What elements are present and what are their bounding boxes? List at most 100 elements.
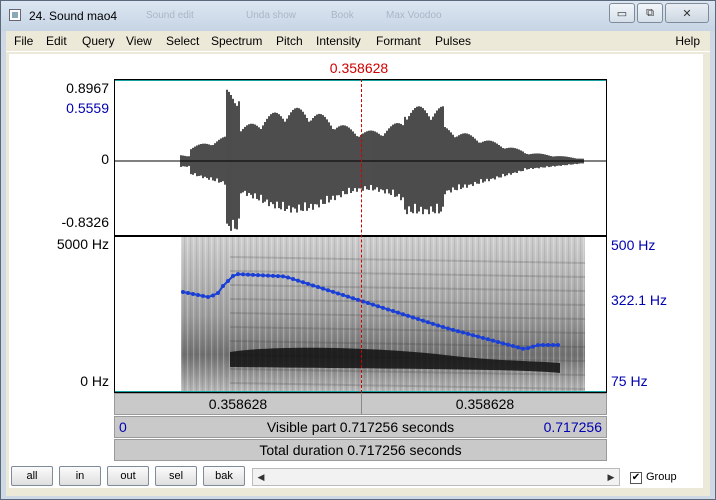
pitch-point: [226, 279, 230, 283]
pitch-point: [271, 273, 275, 278]
spectrogram-stripe: [211, 237, 213, 392]
spectrogram-min-frequency: 0 Hz: [80, 373, 109, 389]
pitch-point: [481, 335, 485, 340]
pitch-point: [186, 291, 190, 295]
left-segment-duration[interactable]: 0.358628: [115, 394, 361, 414]
maximize-button[interactable]: ⧉: [637, 3, 663, 23]
spectrogram-stripe: [196, 237, 198, 392]
spectrogram-stripe: [568, 237, 570, 392]
pitch-point: [421, 318, 425, 323]
spectrogram-stripe: [580, 237, 582, 392]
pitch-point: [266, 273, 270, 278]
pitch-point: [256, 273, 260, 278]
pitch-point: [416, 317, 420, 322]
pitch-point: [231, 274, 235, 278]
total-duration-bar[interactable]: Total duration 0.717256 seconds: [114, 439, 607, 461]
spectrogram-stripe: [184, 237, 186, 392]
pitch-point: [306, 281, 310, 286]
zoom-back-button[interactable]: bak: [203, 466, 245, 486]
waveform-zero-label: 0: [101, 151, 109, 167]
pitch-point: [406, 313, 410, 318]
pitch-point: [526, 346, 530, 351]
sound-editor-canvas[interactable]: 0.358628 0.8967 0.5559 0 -0.8326 5000 Hz…: [9, 54, 703, 488]
menu-edit[interactable]: Edit: [46, 34, 67, 48]
horizontal-scrollbar[interactable]: ◀ ▶: [252, 468, 620, 486]
visible-end-time: 0.717256: [543, 419, 602, 435]
scroll-left-icon[interactable]: ◀: [253, 469, 269, 485]
pitch-point: [221, 284, 225, 288]
pitch-point: [351, 296, 355, 301]
close-button[interactable]: ✕: [665, 3, 709, 23]
menu-select[interactable]: Select: [166, 34, 199, 48]
pitch-point: [536, 343, 540, 348]
spectrogram-stripe: [565, 237, 567, 392]
waveform-min-label: -0.8326: [61, 214, 109, 230]
spectrogram-stripe: [205, 237, 207, 392]
right-segment-duration[interactable]: 0.358628: [362, 394, 608, 414]
pitch-point: [291, 277, 295, 282]
group-checkbox[interactable]: ✔: [630, 472, 642, 484]
menu-pulses[interactable]: Pulses: [435, 34, 471, 48]
pitch-point: [326, 288, 330, 293]
pitch-point: [196, 293, 200, 297]
spectrogram-stripe: [217, 237, 219, 392]
maximize-icon: ⧉: [646, 6, 654, 19]
visible-part-bar[interactable]: 0 Visible part 0.717256 seconds 0.717256: [114, 416, 607, 438]
pitch-point: [251, 272, 255, 277]
minimize-button[interactable]: ▭: [609, 3, 635, 23]
menu-intensity[interactable]: Intensity: [316, 34, 361, 48]
title-bar[interactable]: 24. Sound mao4 Sound edit Unda show Book…: [1, 1, 715, 31]
pitch-point: [241, 272, 245, 277]
pitch-point: [551, 343, 555, 347]
waveform-max-label: 0.8967: [66, 80, 109, 96]
pitch-point: [451, 327, 455, 332]
background-tab-label: Unda show: [246, 10, 297, 21]
menu-help[interactable]: Help: [675, 34, 700, 48]
minimize-icon: ▭: [616, 7, 628, 20]
pitch-point: [311, 283, 315, 288]
spectrogram-stripe: [199, 237, 201, 392]
menu-file[interactable]: File: [14, 34, 33, 48]
waveform-signal: [180, 89, 584, 231]
pitch-point: [296, 278, 300, 283]
pitch-point: [216, 291, 220, 295]
zoom-selection-button[interactable]: sel: [155, 466, 197, 486]
pitch-point: [376, 304, 380, 309]
menu-formant[interactable]: Formant: [376, 34, 421, 48]
pitch-point: [531, 344, 535, 349]
menu-view[interactable]: View: [126, 34, 152, 48]
pitch-point: [461, 330, 465, 335]
background-tab-label: Book: [331, 10, 354, 21]
pitch-point: [201, 294, 205, 298]
visible-part-label: Visible part 0.717256 seconds: [266, 419, 455, 435]
selection-segment-bar[interactable]: 0.358628 0.358628: [114, 393, 607, 415]
zoom-out-button[interactable]: out: [107, 466, 149, 486]
editor-controls: all in out sel bak ◀ ▶ ✔ Group: [6, 463, 710, 493]
spectrogram-stripe: [226, 237, 228, 392]
spectrogram-stripe: [223, 237, 225, 392]
close-icon: ✕: [682, 7, 692, 20]
pitch-point: [246, 272, 250, 277]
zoom-in-button[interactable]: in: [59, 466, 101, 486]
praat-sound-window: 24. Sound mao4 Sound edit Unda show Book…: [0, 0, 716, 500]
menu-spectrum[interactable]: Spectrum: [211, 34, 262, 48]
pitch-point: [381, 305, 385, 310]
pitch-point: [346, 294, 350, 299]
editor-client-area: File Edit Query View Select Spectrum Pit…: [6, 31, 710, 496]
pitch-point: [276, 274, 280, 279]
zoom-all-button[interactable]: all: [11, 466, 53, 486]
menu-pitch[interactable]: Pitch: [276, 34, 303, 48]
time-cursor[interactable]: [361, 79, 362, 393]
scroll-right-icon[interactable]: ▶: [603, 469, 619, 485]
pitch-point: [386, 307, 390, 312]
pitch-point: [506, 342, 510, 347]
menu-query[interactable]: Query: [82, 34, 115, 48]
menu-separator: [6, 51, 710, 52]
pitch-point: [236, 272, 240, 277]
pitch-point: [556, 343, 560, 347]
pitch-point: [401, 312, 405, 317]
window-title: 24. Sound mao4: [29, 9, 118, 23]
pitch-point: [476, 334, 480, 339]
pitch-point: [366, 301, 370, 306]
spectrogram-stripe: [193, 237, 195, 392]
